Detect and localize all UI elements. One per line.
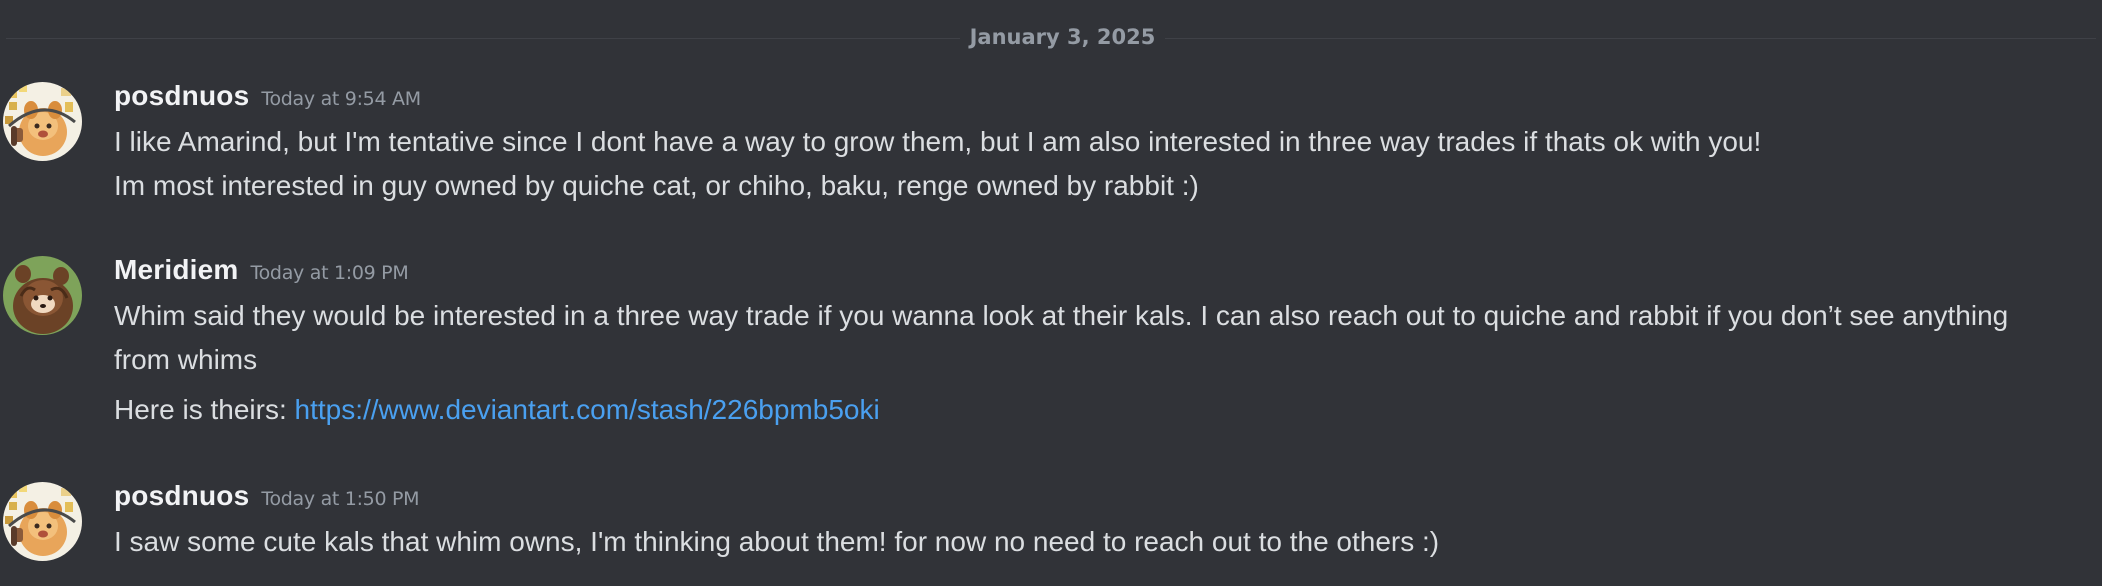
- timestamp[interactable]: Today at 1:50 PM: [261, 488, 419, 510]
- timestamp[interactable]: Today at 1:09 PM: [251, 262, 409, 284]
- message-text-line: Im most interested in guy owned by quich…: [114, 170, 1199, 201]
- message-header: Meridiem Today at 1:09 PM: [114, 254, 2082, 294]
- avatar[interactable]: [3, 256, 82, 335]
- user-avatar-icon: [3, 256, 82, 335]
- message-text-line: I saw some cute kals that whim owns, I'm…: [114, 526, 1440, 557]
- date-divider-label-wrap: January 3, 2025: [0, 25, 2102, 49]
- message-text: Whim said they would be interested in a …: [114, 300, 2009, 375]
- message-content: posdnuos Today at 9:54 AM I like Amarind,…: [114, 80, 2082, 208]
- username[interactable]: posdnuos: [114, 480, 249, 511]
- username[interactable]: posdnuos: [114, 80, 249, 111]
- message-link-line: Here is theirs: https://www.deviantart.c…: [114, 388, 2082, 432]
- user-avatar-icon: [3, 482, 82, 561]
- message-header: posdnuos Today at 9:54 AM: [114, 80, 2082, 120]
- message-header: posdnuos Today at 1:50 PM: [114, 480, 2082, 520]
- message-text-line: I like Amarind, but I'm tentative since …: [114, 126, 1762, 157]
- avatar[interactable]: [3, 82, 82, 161]
- avatar[interactable]: [3, 482, 82, 561]
- timestamp[interactable]: Today at 9:54 AM: [261, 88, 421, 110]
- user-avatar-icon: [3, 82, 82, 161]
- username[interactable]: Meridiem: [114, 254, 239, 285]
- message-content: Meridiem Today at 1:09 PM Whim said they …: [114, 254, 2082, 432]
- message-content: posdnuos Today at 1:50 PM I saw some cute…: [114, 480, 2082, 564]
- date-divider-label: January 3, 2025: [959, 25, 1166, 49]
- deviantart-link[interactable]: https://www.deviantart.com/stash/226bpmb…: [295, 394, 880, 425]
- link-prefix: Here is theirs:: [114, 394, 295, 425]
